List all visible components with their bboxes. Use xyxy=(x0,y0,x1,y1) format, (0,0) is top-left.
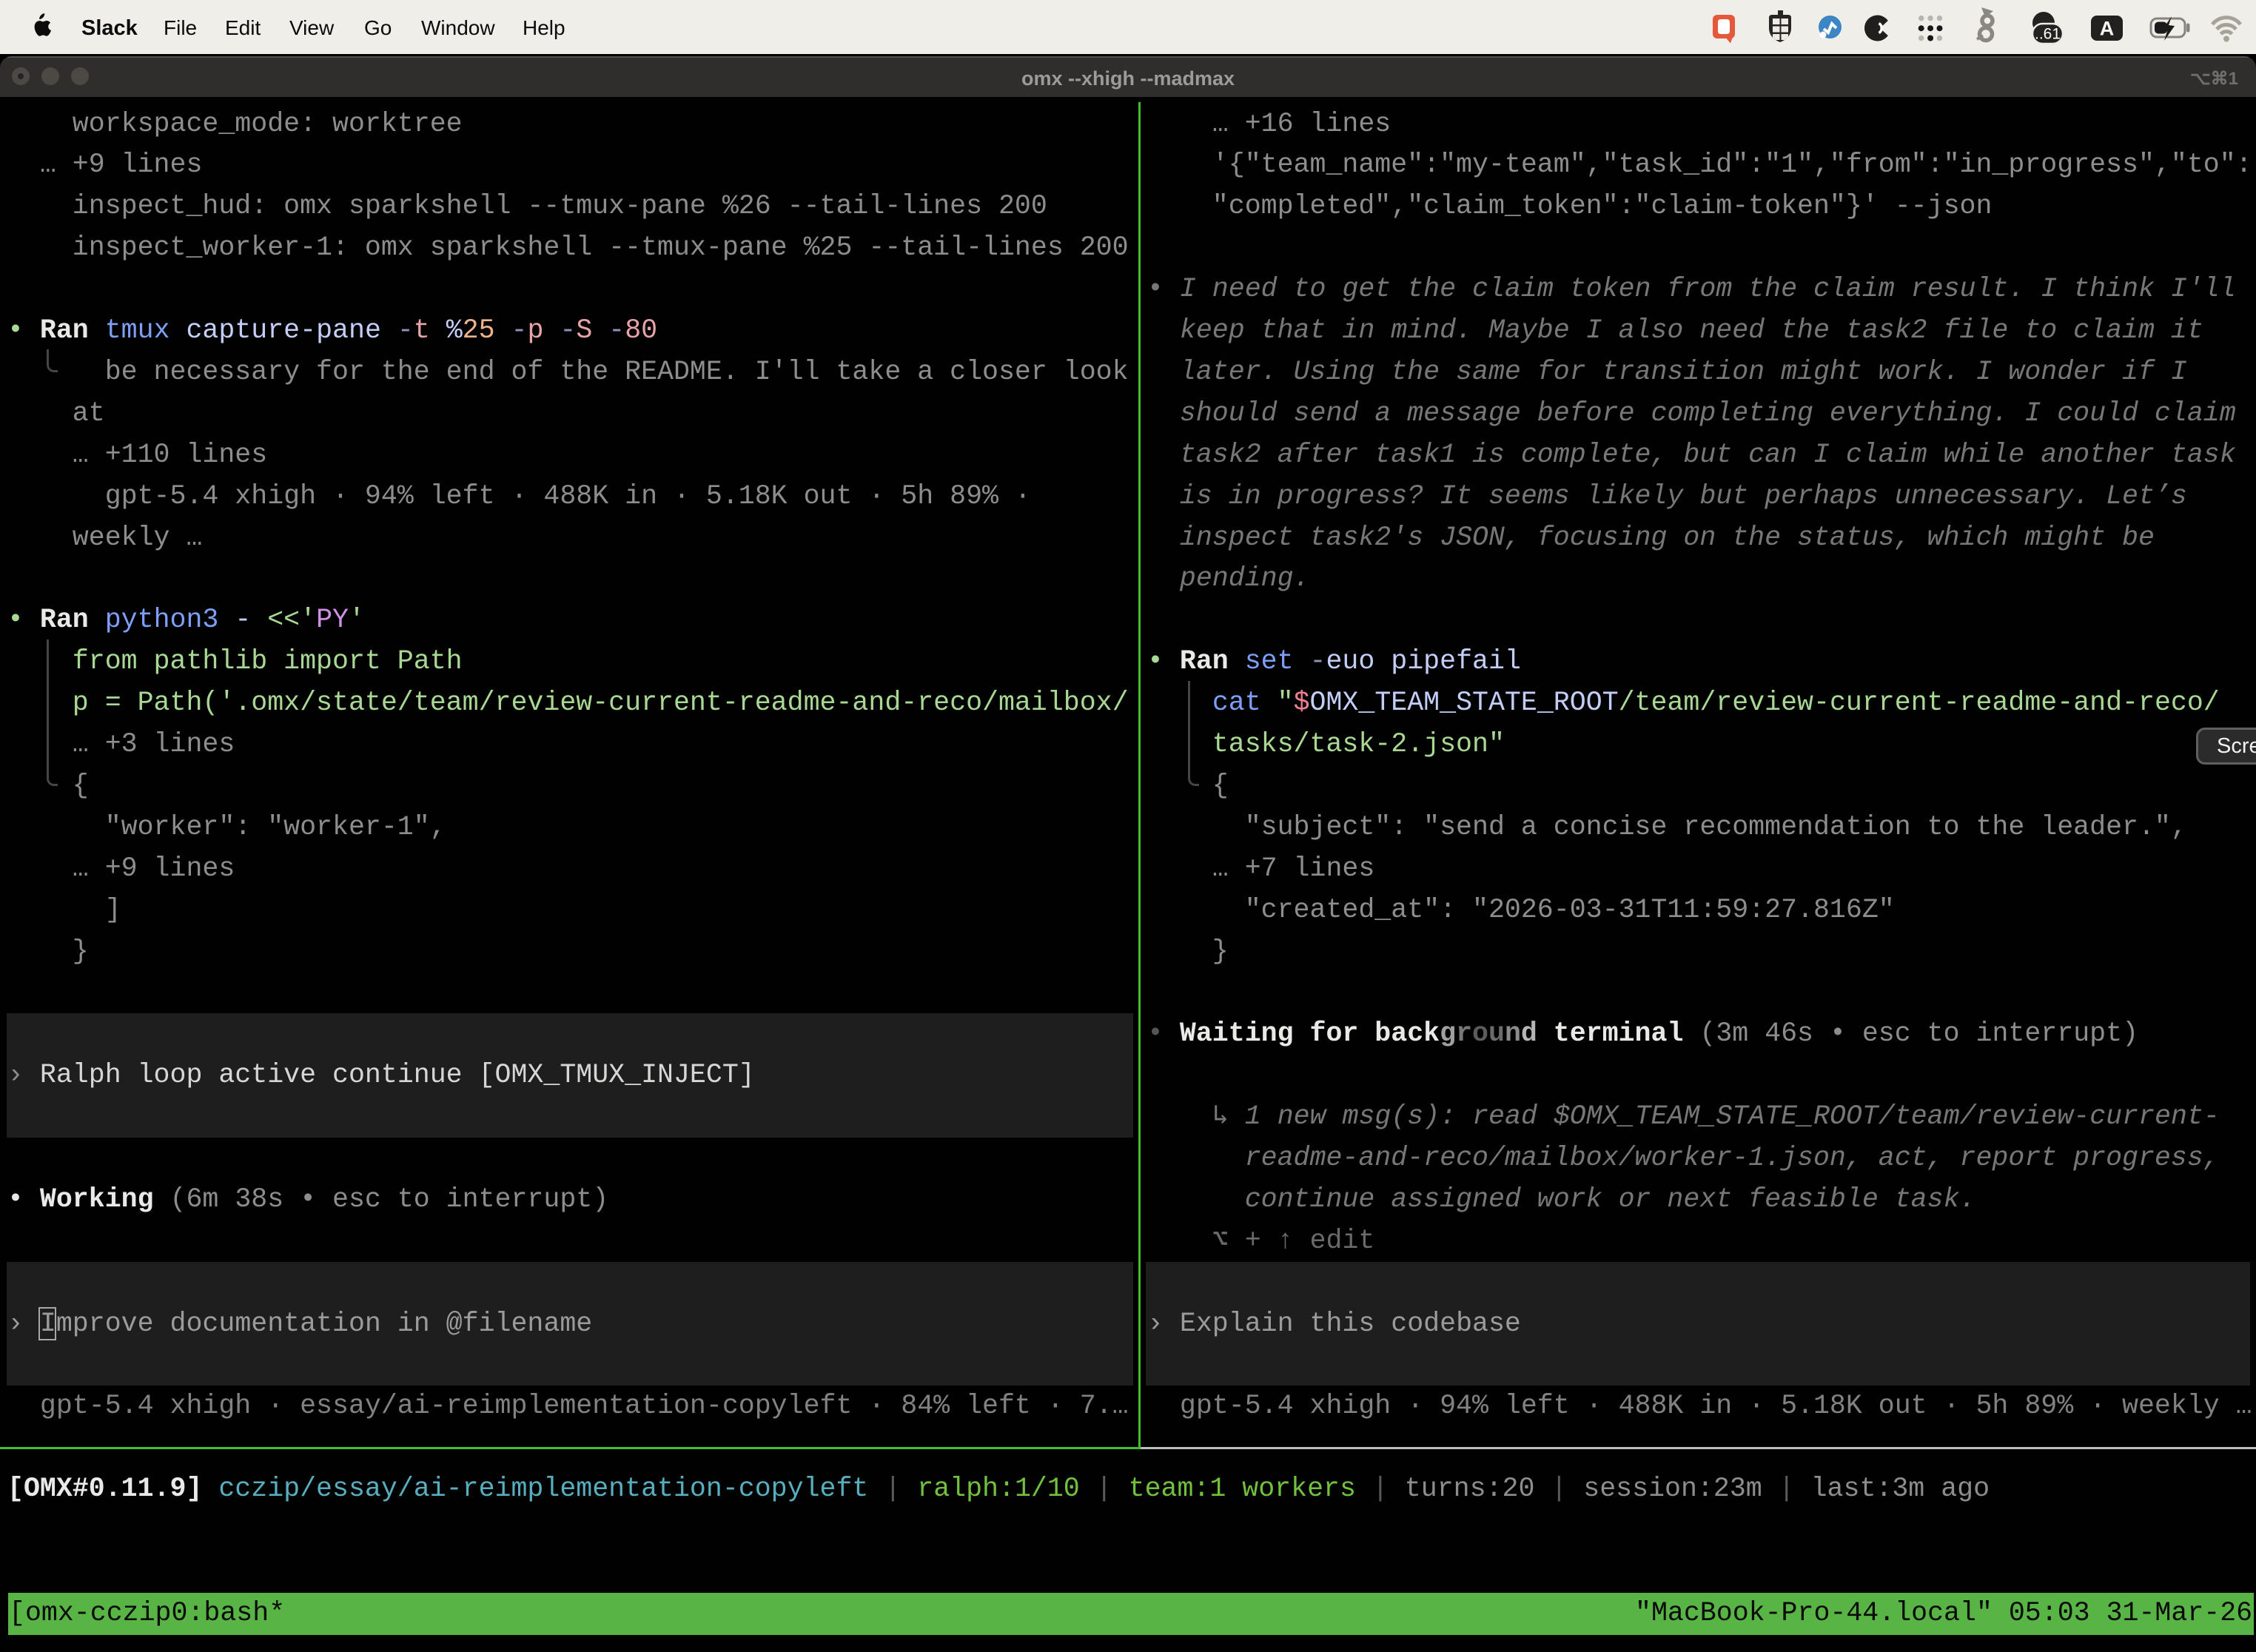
svg-text:..61: ..61 xyxy=(2035,26,2061,43)
svg-text:A: A xyxy=(2100,18,2115,40)
